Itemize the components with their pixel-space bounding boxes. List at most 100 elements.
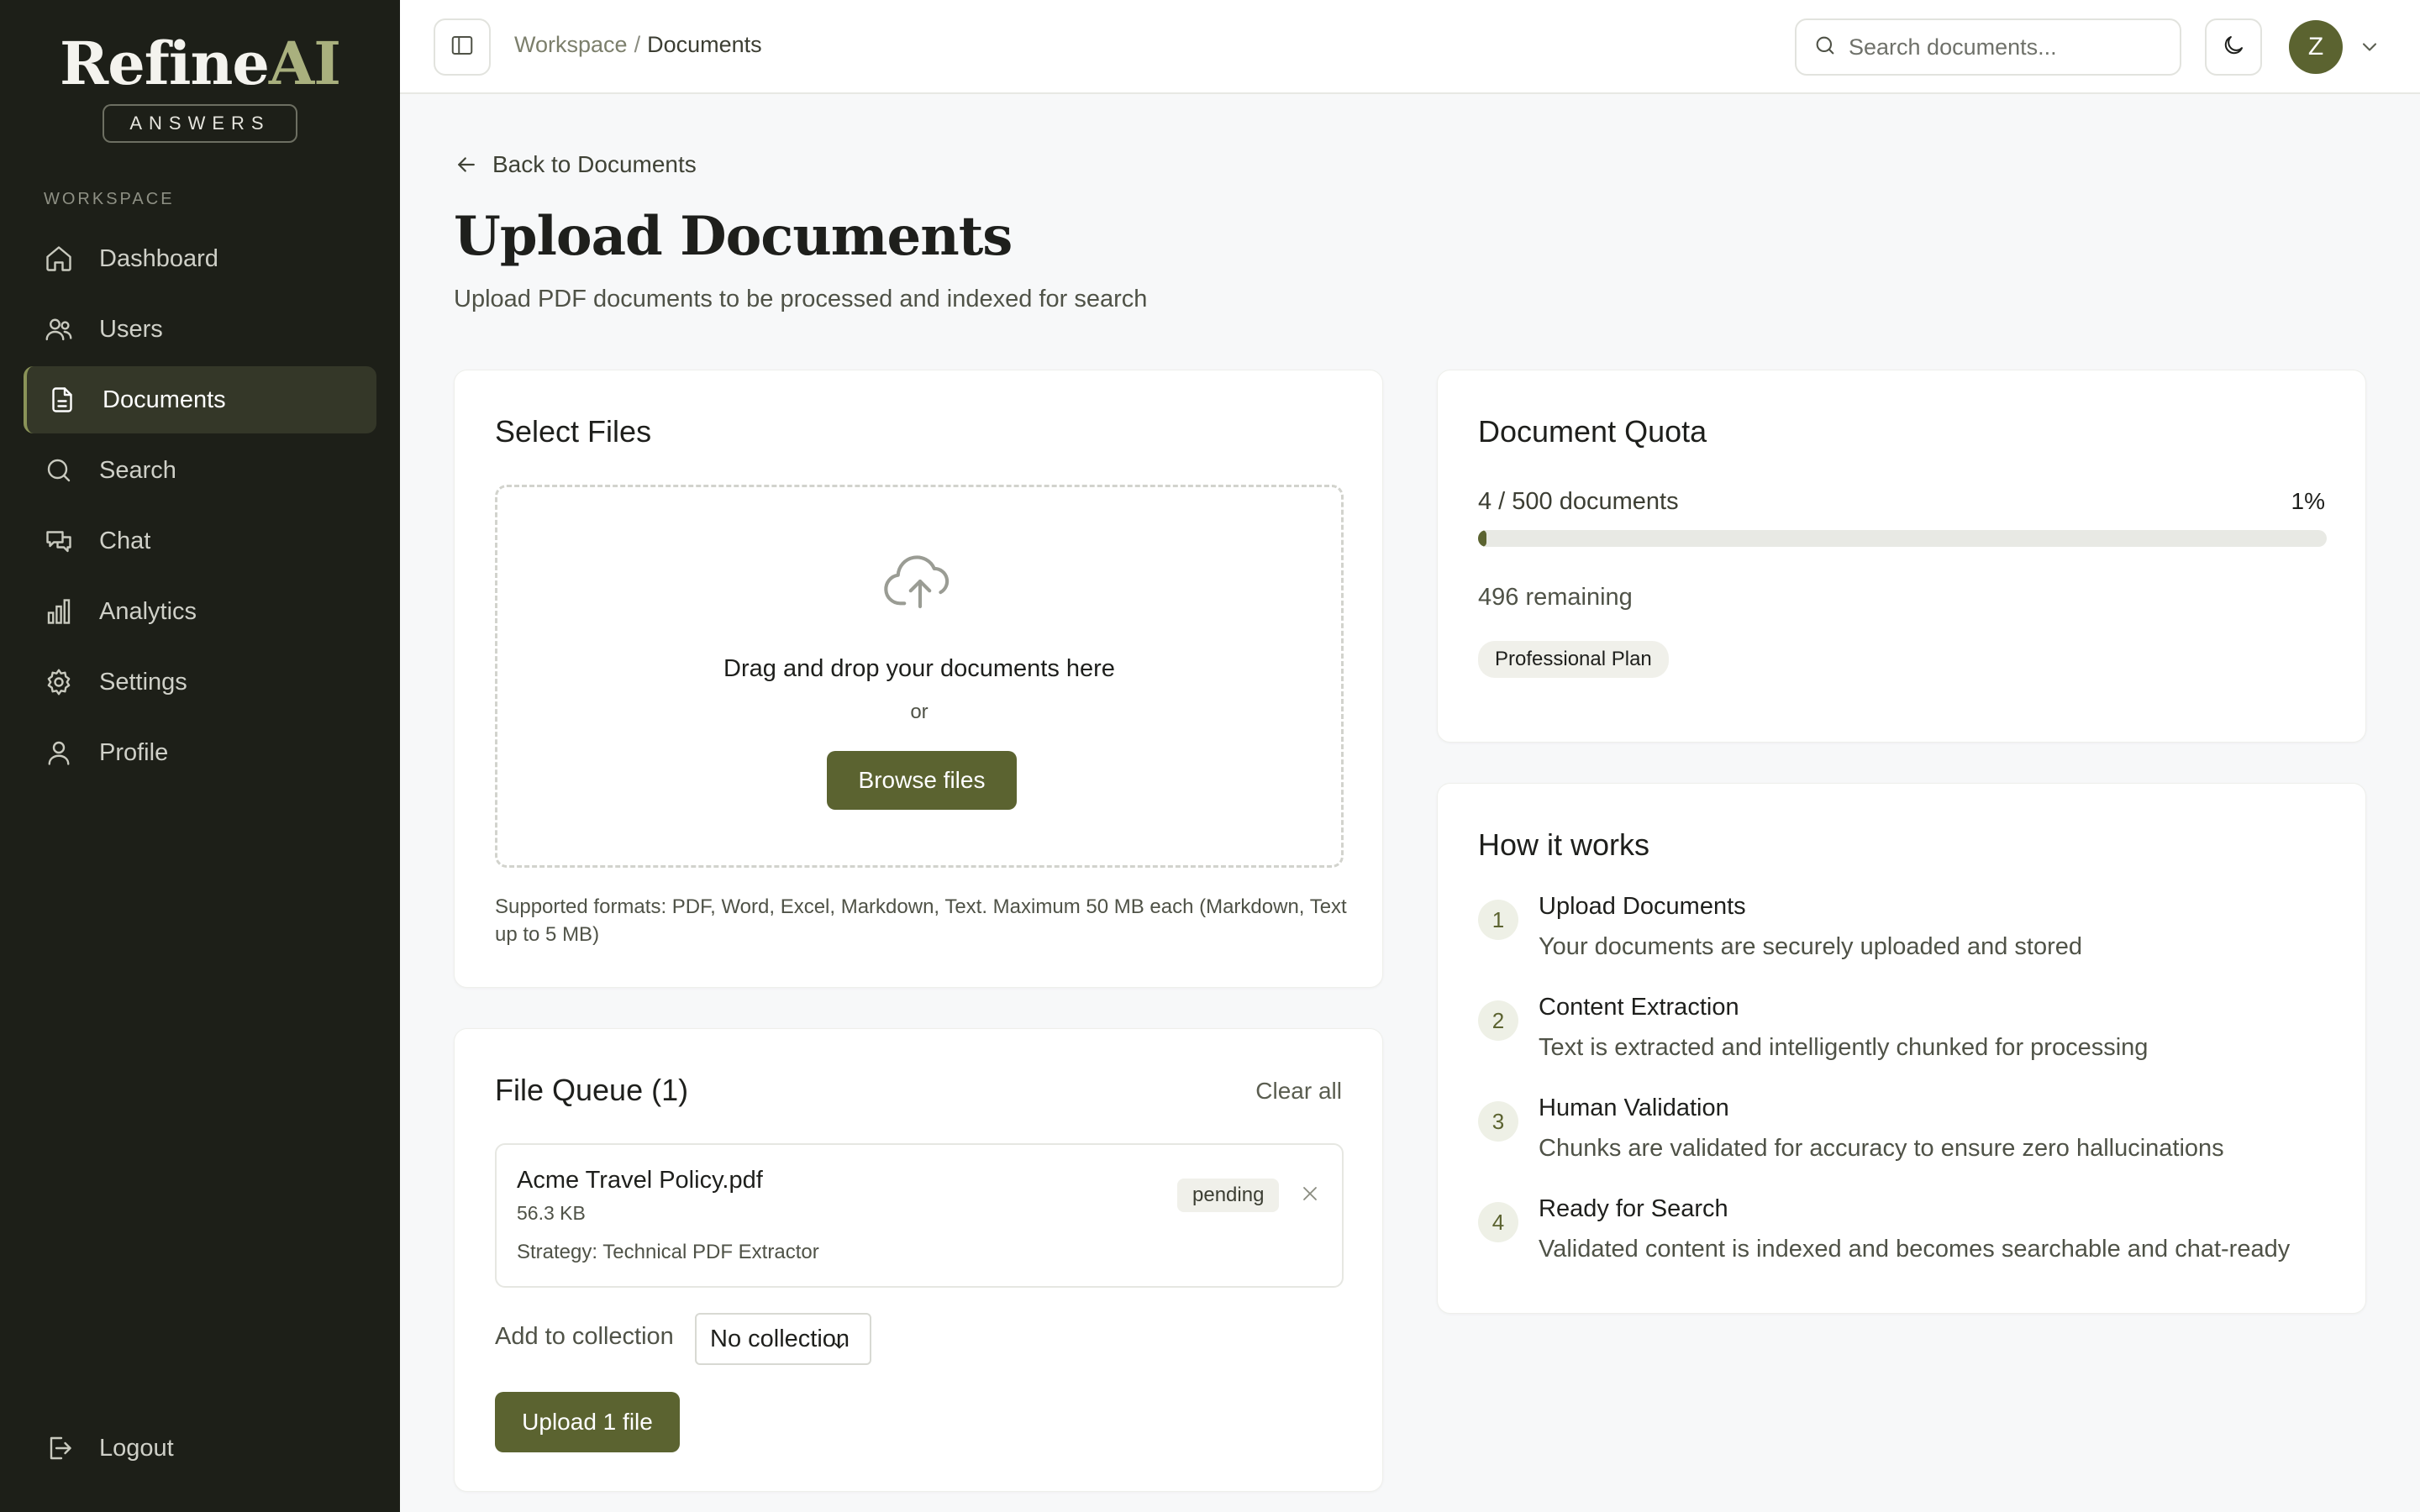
- page-title: Upload Documents: [454, 205, 1013, 268]
- how-it-works-card: How it works 1 Upload Documents Your doc…: [1437, 783, 2366, 1314]
- step-description: Text is extracted and intelligently chun…: [1539, 1034, 2149, 1061]
- step-description: Chunks are validated for accuracy to ens…: [1539, 1135, 2224, 1162]
- step-title: Ready for Search: [1539, 1195, 1728, 1222]
- avatar[interactable]: Z: [2289, 20, 2343, 74]
- collection-select[interactable]: No collection: [695, 1313, 871, 1365]
- search-box[interactable]: [1795, 18, 2181, 76]
- gear-icon: [44, 667, 74, 697]
- dropzone-or: or: [910, 701, 929, 723]
- chevron-down-icon[interactable]: [2358, 35, 2381, 63]
- sidebar-item-documents[interactable]: Documents: [24, 366, 376, 433]
- breadcrumb-parent[interactable]: Workspace: [514, 32, 628, 57]
- user-icon: [44, 738, 74, 768]
- step-item: 4 Ready for Search Validated content is …: [1478, 1195, 2335, 1286]
- sidebar-item-chat[interactable]: Chat: [24, 507, 376, 575]
- sidebar-item-users[interactable]: Users: [24, 296, 376, 363]
- status-badge: pending: [1177, 1179, 1280, 1212]
- sidebar-item-profile[interactable]: Profile: [24, 719, 376, 786]
- sidebar-item-label: Analytics: [99, 597, 197, 625]
- browse-files-button[interactable]: Browse files: [827, 751, 1017, 810]
- sidebar-item-dashboard[interactable]: Dashboard: [24, 225, 376, 292]
- sidebar-item-analytics[interactable]: Analytics: [24, 578, 376, 645]
- step-item: 3 Human Validation Chunks are validated …: [1478, 1095, 2335, 1185]
- quota-title: Document Quota: [1478, 414, 1707, 449]
- chat-icon: [44, 526, 74, 556]
- file-queue-title: File Queue (1): [495, 1073, 689, 1107]
- step-number: 4: [1478, 1202, 1518, 1242]
- bar-chart-icon: [44, 596, 74, 627]
- logout-button[interactable]: Logout: [24, 1415, 376, 1482]
- step-item: 1 Upload Documents Your documents are se…: [1478, 893, 2335, 984]
- quota-progress-fill: [1478, 530, 1486, 547]
- users-icon: [44, 314, 74, 344]
- step-title: Upload Documents: [1539, 893, 1746, 920]
- upload-button[interactable]: Upload 1 file: [495, 1392, 680, 1452]
- quota-remaining: 496 remaining: [1478, 584, 1633, 611]
- sidebar-item-settings[interactable]: Settings: [24, 648, 376, 716]
- plan-badge: Professional Plan: [1478, 641, 1669, 678]
- step-description: Your documents are securely uploaded and…: [1539, 933, 2083, 960]
- logout-label: Logout: [99, 1434, 174, 1462]
- supported-formats-text: Supported formats: PDF, Word, Excel, Mar…: [495, 895, 1347, 946]
- step-item: 2 Content Extraction Text is extracted a…: [1478, 994, 2335, 1084]
- sidebar-item-label: Documents: [103, 386, 226, 413]
- file-size: 56.3 KB: [517, 1202, 586, 1224]
- page-subtitle: Upload PDF documents to be processed and…: [454, 286, 1148, 312]
- sidebar-toggle-button[interactable]: [434, 18, 491, 76]
- how-it-works-title: How it works: [1478, 827, 1650, 862]
- sidebar-item-label: Profile: [99, 738, 169, 766]
- select-files-title: Select Files: [495, 414, 652, 449]
- quota-percent: 1%: [2291, 488, 2325, 514]
- document-quota-card: Document Quota 4 / 500 documents 1% 496 …: [1437, 370, 2366, 743]
- quota-count: 4 / 500 documents: [1478, 488, 1679, 515]
- back-link-label: Back to Documents: [492, 151, 697, 177]
- sidebar-item-label: Search: [99, 456, 176, 484]
- step-title: Content Extraction: [1539, 994, 1739, 1021]
- sidebar: RefineAI ANSWERS WORKSPACE Dashboard Use…: [0, 0, 400, 1512]
- breadcrumb-current: Documents: [647, 32, 762, 57]
- brand-badge: ANSWERS: [103, 104, 297, 143]
- sidebar-item-label: Chat: [99, 527, 151, 554]
- close-icon[interactable]: [1300, 1184, 1320, 1208]
- sidebar-item-search[interactable]: Search: [24, 437, 376, 504]
- top-bar: Workspace/Documents Z: [400, 0, 2420, 94]
- quota-progress-bar: [1478, 530, 2327, 547]
- sidebar-item-label: Settings: [99, 668, 187, 696]
- file-queue-item: Acme Travel Policy.pdf 56.3 KB Strategy:…: [495, 1143, 1344, 1288]
- file-name: Acme Travel Policy.pdf: [517, 1167, 763, 1194]
- step-description: Validated content is indexed and becomes…: [1539, 1236, 2291, 1263]
- file-queue-card: File Queue (1) Clear all Acme Travel Pol…: [454, 1028, 1383, 1492]
- file-strategy: Strategy: Technical PDF Extractor: [517, 1241, 819, 1263]
- brand-logo[interactable]: RefineAI ANSWERS: [0, 30, 400, 143]
- breadcrumb-separator: /: [634, 32, 641, 57]
- document-icon: [47, 385, 77, 415]
- cloud-upload-icon: [882, 548, 958, 619]
- search-input[interactable]: [1849, 34, 2151, 60]
- arrow-left-icon: [454, 152, 479, 177]
- theme-toggle-button[interactable]: [2205, 18, 2262, 76]
- select-files-card: Select Files Drag and drop your document…: [454, 370, 1383, 988]
- sidebar-nav: Dashboard Users Documents Search Chat An…: [24, 225, 376, 790]
- collection-select-value: No collection: [710, 1325, 850, 1352]
- search-icon: [1813, 34, 1837, 61]
- sidebar-item-label: Dashboard: [99, 244, 218, 272]
- collection-label: Add to collection: [495, 1323, 674, 1350]
- home-icon: [44, 244, 74, 274]
- moon-icon: [2221, 33, 2246, 62]
- brand-wordmark: RefineAI: [60, 29, 341, 98]
- step-title: Human Validation: [1539, 1095, 1729, 1121]
- search-icon: [44, 455, 74, 486]
- chevron-down-icon: [831, 1333, 848, 1361]
- sidebar-item-label: Users: [99, 315, 163, 343]
- step-number: 3: [1478, 1101, 1518, 1142]
- back-to-documents-link[interactable]: Back to Documents: [454, 151, 697, 178]
- step-number: 2: [1478, 1000, 1518, 1041]
- dropzone-text: Drag and drop your documents here: [723, 655, 1115, 682]
- clear-all-button[interactable]: Clear all: [1255, 1078, 1342, 1105]
- nav-section-label: WORKSPACE: [44, 190, 175, 208]
- sidebar-panel-icon: [450, 33, 475, 62]
- breadcrumb: Workspace / Documents: [514, 32, 762, 58]
- file-dropzone[interactable]: Drag and drop your documents here or Bro…: [495, 485, 1344, 868]
- logout-icon: [44, 1433, 74, 1463]
- step-number: 1: [1478, 900, 1518, 940]
